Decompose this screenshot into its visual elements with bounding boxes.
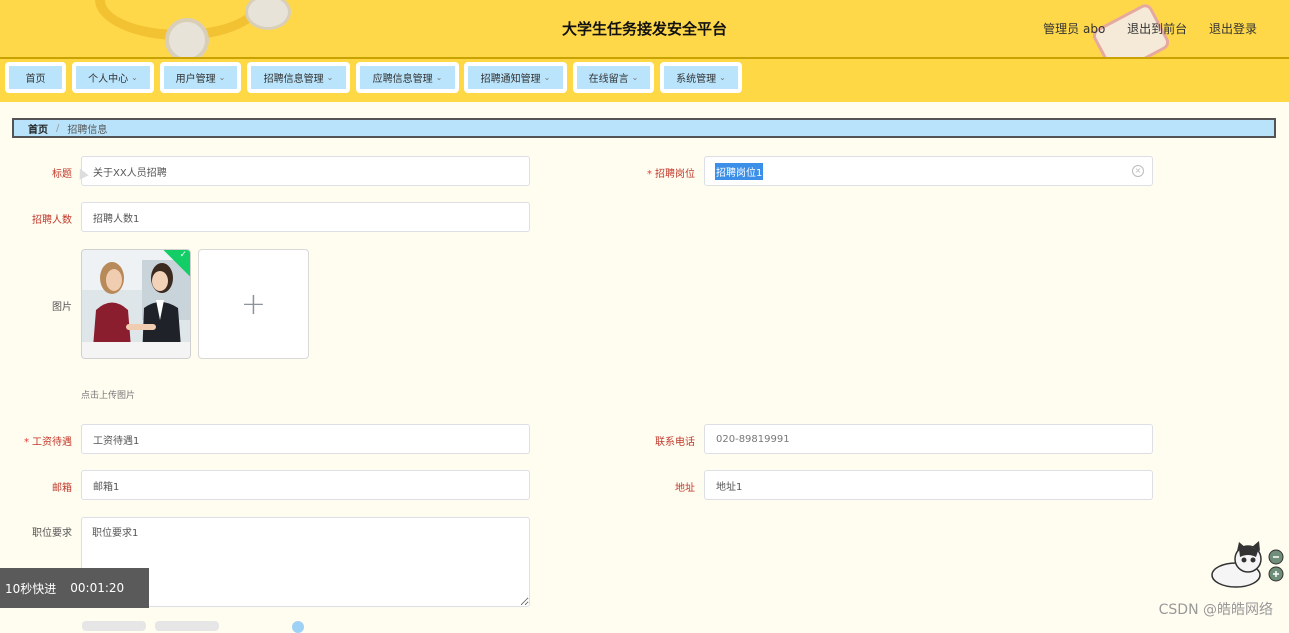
admin-username: 管理员 abo <box>1043 22 1106 36</box>
email-label-text: 邮箱 <box>52 483 72 494</box>
salary-input-value: 工资待遇1 <box>93 435 140 447</box>
nav-item-label: 招聘信息管理 <box>263 74 324 85</box>
chevron-down-icon: ⌄ <box>719 73 726 82</box>
nav-item-label: 个人中心 <box>88 74 129 85</box>
address-input[interactable]: 地址1 <box>704 470 1153 500</box>
check-icon: ✓ <box>179 250 187 260</box>
nav-item-label: 在线留言 <box>588 74 629 85</box>
logout-link[interactable]: 退出登录 <box>1209 22 1257 36</box>
phone-label: 联系电话 <box>635 433 695 448</box>
nav-item-recruitment-management[interactable]: 招聘信息管理 ⌄ <box>247 62 350 93</box>
image-upload-button[interactable]: + <box>198 249 309 359</box>
email-input[interactable]: 邮箱1 <box>81 470 530 500</box>
position-label: * 招聘岗位 <box>635 165 695 180</box>
scroll-indicator <box>292 621 304 633</box>
nav-item-personal-center[interactable]: 个人中心 ⌄ <box>72 62 154 93</box>
position-select[interactable]: 招聘岗位1 × <box>704 156 1153 186</box>
nav-item-application-management[interactable]: 应聘信息管理 ⌄ <box>356 62 459 93</box>
nav-item-system-management[interactable]: 系统管理 ⌄ <box>660 62 742 93</box>
title-label: 标题 <box>12 165 72 180</box>
nav-item-user-management[interactable]: 用户管理 ⌄ <box>160 62 241 93</box>
address-label: 地址 <box>635 479 695 494</box>
phone-label-text: 联系电话 <box>655 437 695 448</box>
nav-item-notice-management[interactable]: 招聘通知管理 ⌄ <box>464 62 567 93</box>
upload-hint: 点击上传图片 <box>81 391 136 401</box>
required-asterisk: * <box>24 437 29 448</box>
salary-input[interactable]: 工资待遇1 <box>81 424 530 454</box>
nav-item-online-message[interactable]: 在线留言 ⌄ <box>573 62 654 93</box>
requirement-label-text: 职位要求 <box>32 528 72 539</box>
chevron-down-icon: ⌄ <box>326 73 334 82</box>
chevron-down-icon: ⌄ <box>131 73 138 82</box>
image-label-text: 图片 <box>52 302 72 313</box>
required-asterisk: * <box>647 169 652 180</box>
header-user-menu: 管理员 abo 退出到前台 退出登录 <box>1043 20 1257 37</box>
phone-input-value: 020-89819991 <box>716 433 790 445</box>
breadcrumb-separator: / <box>56 122 60 134</box>
breadcrumb-current: 招聘信息 <box>67 124 108 136</box>
cat-mascot-icon <box>1211 541 1284 588</box>
salary-label: * 工资待遇 <box>12 433 72 448</box>
nav-item-label: 首页 <box>25 74 46 85</box>
nav-item-label: 用户管理 <box>175 74 216 85</box>
clear-icon[interactable]: × <box>1132 165 1144 177</box>
csdn-watermark: CSDN @皓皓网络 <box>1158 602 1273 618</box>
position-select-value: 招聘岗位1 <box>715 162 764 180</box>
nav-item-label: 系统管理 <box>676 74 717 85</box>
image-label: 图片 <box>12 298 72 313</box>
chevron-down-icon: ⌄ <box>543 73 551 82</box>
count-input-value: 招聘人数1 <box>93 213 140 225</box>
chevron-down-icon: ⌄ <box>631 73 639 82</box>
video-overlay: 10秒快进 00:01:20 <box>0 568 149 608</box>
nav-item-label: 应聘信息管理 <box>372 74 433 85</box>
position-label-text: 招聘岗位 <box>655 169 695 180</box>
email-label: 邮箱 <box>12 479 72 494</box>
plus-icon: + <box>240 286 267 322</box>
back-to-frontend-link[interactable]: 退出到前台 <box>1127 22 1187 36</box>
title-label-text: 标题 <box>52 169 72 180</box>
handshake-photo <box>82 250 190 358</box>
submit-button[interactable] <box>82 621 146 631</box>
email-input-value: 邮箱1 <box>93 481 120 493</box>
breadcrumb: 首页 / 招聘信息 <box>12 118 1276 138</box>
title-input-value: 关于XX人员招聘 <box>93 167 167 179</box>
nav-item-home[interactable]: 首页 <box>5 62 66 93</box>
requirement-label: 职位要求 <box>12 524 72 539</box>
nav-item-label: 招聘通知管理 <box>480 74 541 85</box>
salary-label-text: 工资待遇 <box>32 437 72 448</box>
count-input[interactable]: 招聘人数1 <box>81 202 530 232</box>
chevron-down-icon: ⌄ <box>435 73 443 82</box>
title-input[interactable]: 关于XX人员招聘 <box>81 156 530 186</box>
address-label-text: 地址 <box>675 483 695 494</box>
cancel-button[interactable] <box>155 621 219 631</box>
address-input-value: 地址1 <box>716 481 743 493</box>
app-header: 大学生任务接发安全平台 管理员 abo 退出到前台 退出登录 <box>0 0 1289 59</box>
phone-input[interactable]: 020-89819991 <box>704 424 1153 454</box>
count-label-text: 招聘人数 <box>32 215 72 226</box>
chevron-down-icon: ⌄ <box>218 73 226 82</box>
main-nav: 首页 个人中心 ⌄ 用户管理 ⌄ 招聘信息管理 ⌄ 应聘信息管理 ⌄ 招聘通知管理 ⌄ 在… <box>0 59 1289 102</box>
fast-forward-label[interactable]: 10秒快进 <box>5 580 56 597</box>
count-label: 招聘人数 <box>12 211 72 226</box>
video-timestamp: 00:01:20 <box>70 581 125 595</box>
uploaded-image-thumbnail[interactable]: ✓ <box>81 249 191 359</box>
breadcrumb-home[interactable]: 首页 <box>28 121 48 136</box>
